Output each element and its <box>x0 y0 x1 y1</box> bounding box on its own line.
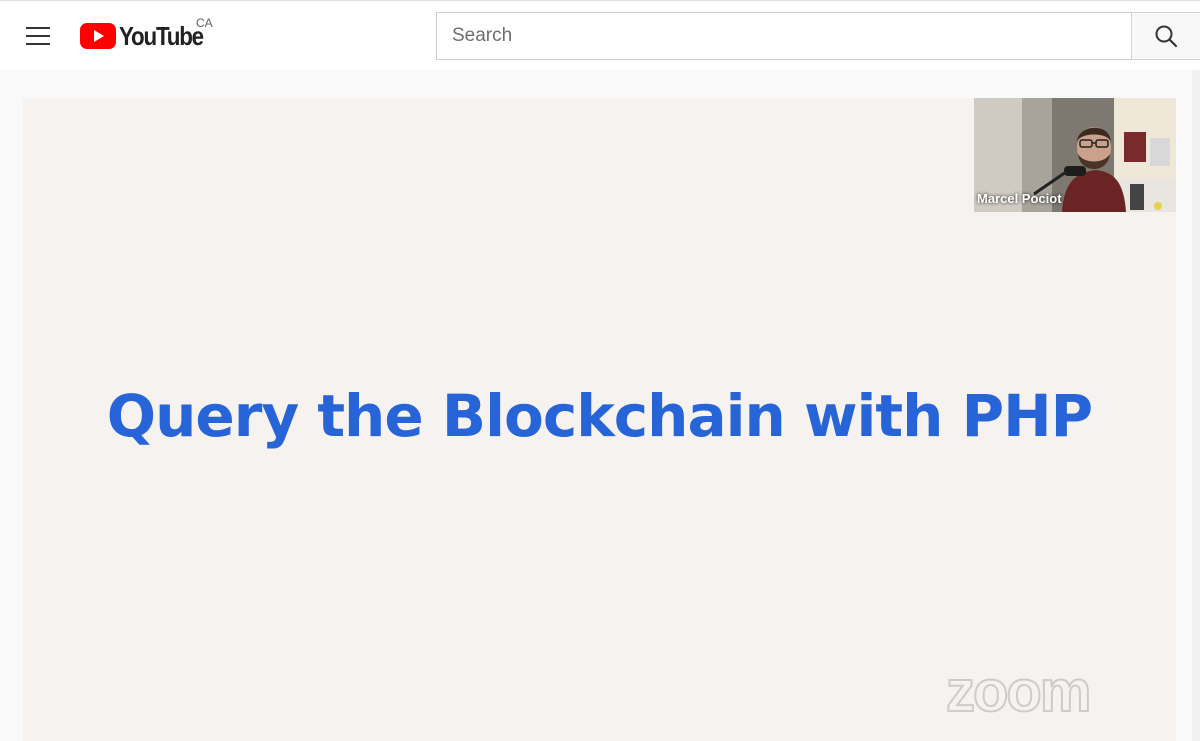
slide-title: Query the Blockchain with PHP <box>106 382 1093 450</box>
logo-wordmark: YouTube <box>119 20 204 51</box>
video-player[interactable]: Query the Blockchain with PHP Marcel Poc… <box>23 98 1176 741</box>
speaker-thumbnail: Marcel Pociot <box>974 98 1176 212</box>
speaker-name: Marcel Pociot <box>977 191 1062 206</box>
search-box <box>436 12 1132 60</box>
zoom-watermark: zoom <box>945 659 1092 724</box>
youtube-play-icon <box>80 23 116 49</box>
magnifier-search-icon <box>1155 25 1178 48</box>
country-code: CA <box>196 16 213 30</box>
search-button[interactable] <box>1131 12 1200 60</box>
hamburger-menu-icon <box>26 27 50 45</box>
search-input[interactable] <box>437 13 1132 59</box>
masthead: YouTube CA <box>0 0 1200 70</box>
guide-menu-button[interactable] <box>18 19 58 53</box>
page-scrollbar[interactable] <box>1192 70 1200 741</box>
